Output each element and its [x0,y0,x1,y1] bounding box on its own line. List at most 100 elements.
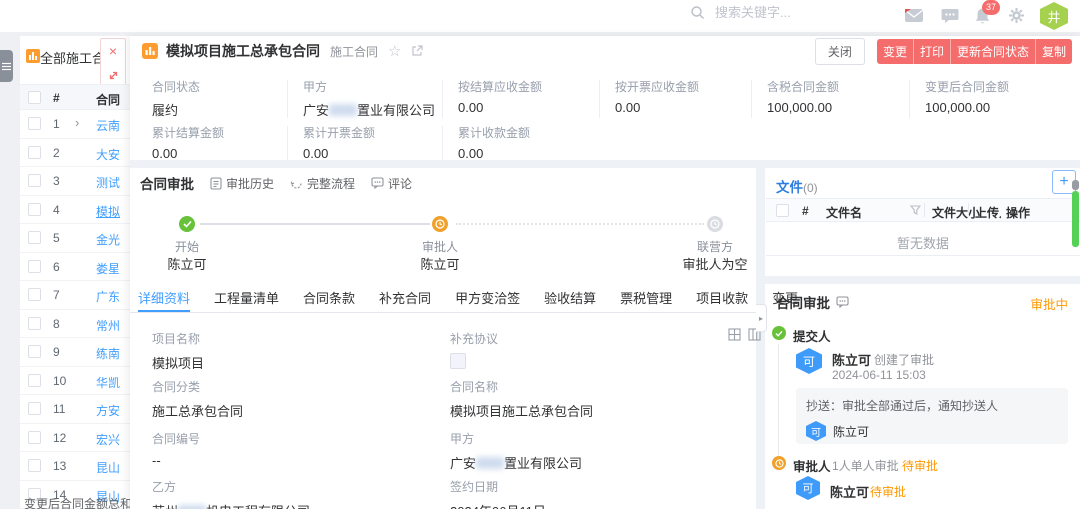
approval-section-title: 合同审批 [140,173,194,193]
history-doc-icon [210,177,222,190]
scrollbar-track[interactable] [1072,180,1079,190]
files-col-index: # [802,204,809,218]
contract-list-panel: 全部施工合同 × # 合同 1›云南 2大安 3测试 4模拟 5金光 6娄星 7… [20,36,130,509]
total-invoice-link[interactable]: 0.00 [303,146,375,161]
row-checkbox[interactable] [28,288,41,301]
contract-link[interactable]: 宏兴 [96,431,130,448]
close-button[interactable]: 关闭 [815,38,865,65]
external-link-icon[interactable] [411,45,423,57]
contract-link[interactable]: 云南 [96,117,130,134]
party-a-link[interactable]: 广安置业有限公司 [303,100,435,119]
row-checkbox[interactable] [28,146,41,159]
sidebar-collapse-handle[interactable] [0,50,13,82]
row-checkbox[interactable] [28,231,41,244]
table-row[interactable]: 11方安 [20,395,130,424]
grid-view-icon[interactable] [728,328,741,341]
full-flow-link[interactable]: 完整流程 [290,175,355,192]
field-party-b: 乙方苏州机电工程有限公司 [152,478,310,509]
contract-link[interactable]: 广东 [96,288,130,305]
total-received-link[interactable]: 0.00 [458,146,530,161]
row-checkbox[interactable] [28,374,41,387]
step-done-icon [179,216,195,232]
table-row[interactable]: 13 昆山 [20,452,130,481]
refresh-circle-icon [290,177,303,190]
flow-connector-dotted [456,223,704,225]
copy-button[interactable]: 复制 [1035,39,1072,64]
approver-label: 审批人 [793,456,831,475]
row-index: 9 [53,345,60,359]
row-checkbox[interactable] [28,459,41,472]
project-link[interactable]: 模拟项目 [152,353,204,372]
panel-collapse-handle[interactable]: ▸ [756,304,767,332]
update-status-button[interactable]: 更新合同状态 [950,39,1035,64]
filter-funnel-icon[interactable] [910,205,921,216]
field-contract-no: 合同编号-- [152,430,200,468]
row-index: 13 [53,459,66,473]
table-row[interactable]: 3测试 [20,167,130,196]
party-b-link[interactable]: 苏州机电工程有限公司 [152,501,310,509]
table-row[interactable]: 7广东 [20,281,130,310]
files-select-all-checkbox[interactable] [776,204,789,217]
row-checkbox[interactable] [28,260,41,273]
files-col-uploader: 上传人 [975,204,1001,221]
contract-link[interactable]: 昆山 [96,459,130,476]
contract-link[interactable]: 方安 [96,402,130,419]
table-row[interactable]: 5金光 [20,224,130,253]
table-row[interactable]: 2 大安 [20,139,130,168]
column-index: # [53,91,60,105]
summary-invoice-receivable: 按开票应收金额0.00 [615,78,699,115]
column-contract: 合同 [96,91,120,108]
party-a-link[interactable]: 广安置业有限公司 [450,453,582,472]
files-empty-state: 暂无数据 [766,233,1080,252]
comment-link[interactable]: 评论 [371,175,412,192]
row-checkbox[interactable] [28,203,41,216]
row-checkbox[interactable] [28,174,41,187]
summary-contract-status: 合同状态履约 [152,78,200,119]
contract-link[interactable]: 测试 [96,174,130,191]
summary-total-invoice: 累计开票金额0.00 [303,124,375,161]
print-button[interactable]: 打印 [913,39,950,64]
table-row[interactable]: 1›云南 [20,110,130,139]
user-avatar[interactable]: 井 [1040,2,1068,30]
supplement-checkbox[interactable] [450,353,466,369]
row-checkbox[interactable] [28,345,41,358]
contract-link[interactable]: 练南 [96,345,130,362]
row-checkbox[interactable] [28,117,41,130]
field-contract-name: 合同名称模拟项目施工总承包合同 [450,378,593,420]
comment-icon[interactable] [836,296,849,308]
table-row[interactable]: 10华凯 [20,367,130,396]
table-row[interactable]: 12 宏兴 [20,424,130,453]
field-party-a: 甲方广安置业有限公司 [450,430,582,472]
row-checkbox[interactable] [28,431,41,444]
contract-link[interactable]: 大安 [96,146,130,163]
contract-link-active[interactable]: 模拟 [96,203,130,220]
files-panel-title: 文件(0) [776,176,818,196]
row-checkbox[interactable] [28,317,41,330]
approval-history-link[interactable]: 审批历史 [210,175,274,192]
change-button[interactable]: 变更 [877,39,913,64]
row-index: 12 [53,431,66,445]
chat-icon[interactable] [941,8,959,24]
submitter-label: 提交人 [793,326,831,345]
row-index: 2 [53,146,60,160]
page-title: 模拟项目施工总承包合同 [166,41,320,61]
table-row[interactable]: 9 练南 [20,338,130,367]
expand-row-icon[interactable]: › [75,115,79,130]
star-icon[interactable]: ☆ [388,44,401,59]
scrollbar-thumb[interactable] [1072,191,1079,247]
search-input[interactable] [713,4,867,21]
close-panel-button[interactable]: × [101,39,125,63]
approval-panel-header: 合同审批 [776,292,849,312]
row-checkbox[interactable] [28,402,41,415]
global-search[interactable] [690,4,867,21]
mail-icon[interactable] [904,7,924,23]
approver-pending-icon [772,456,786,470]
redacted-text [178,505,206,509]
table-row[interactable]: 8常州 [20,310,130,339]
contract-link[interactable]: 常州 [96,317,130,334]
contract-link[interactable]: 华凯 [96,374,130,391]
select-all-checkbox[interactable] [28,91,41,104]
table-row[interactable]: 4模拟 [20,196,130,225]
gear-icon[interactable] [1008,7,1025,24]
table-row[interactable]: 6娄星 [20,253,130,282]
